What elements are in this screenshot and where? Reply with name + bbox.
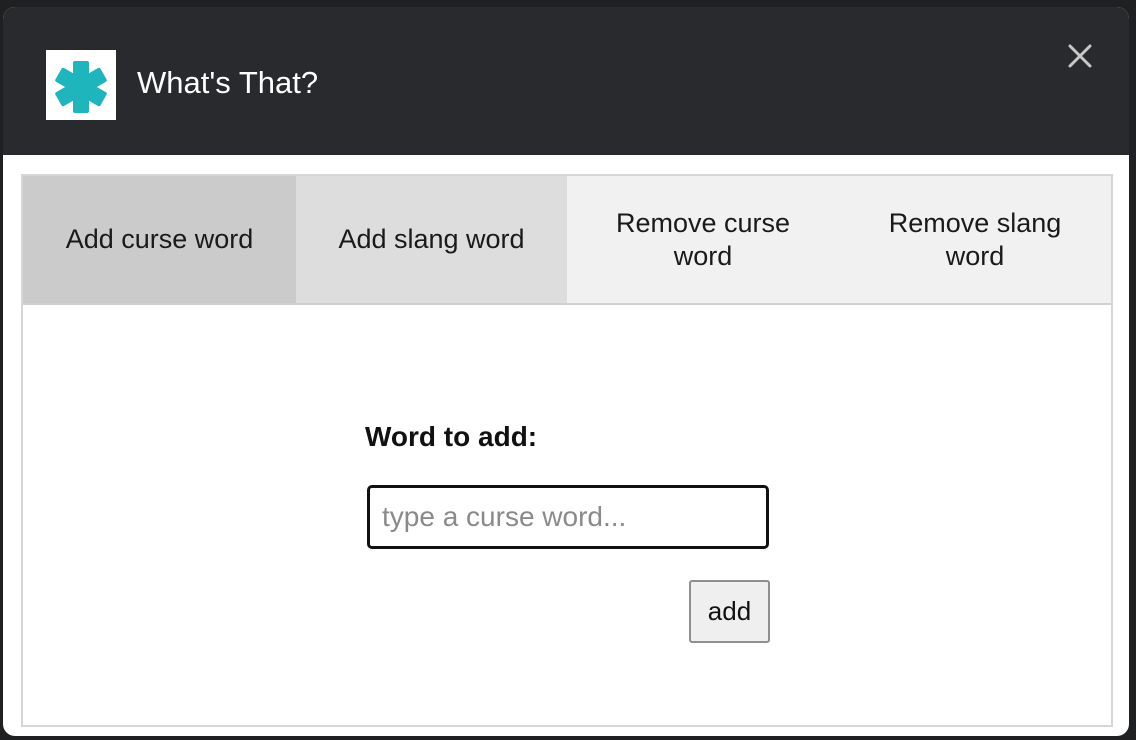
tab-add-slang-word[interactable]: Add slang word <box>296 176 567 303</box>
whats-that-dialog: What's That? Add curse word Add slang wo… <box>3 7 1129 736</box>
word-to-add-label: Word to add: <box>365 421 538 452</box>
close-icon[interactable] <box>1061 37 1099 75</box>
word-manager-panel: Add curse word Add slang word Remove cur… <box>21 174 1113 727</box>
tab-bar: Add curse word Add slang word Remove cur… <box>23 176 1111 305</box>
add-button[interactable]: add <box>689 580 770 643</box>
dialog-header: What's That? <box>3 7 1129 155</box>
dialog-title: What's That? <box>137 65 319 100</box>
tab-remove-slang-word[interactable]: Remove slang word <box>839 176 1111 303</box>
asterisk-logo-icon <box>46 50 116 120</box>
tab-remove-curse-word[interactable]: Remove curse word <box>567 176 839 303</box>
tab-add-curse-word[interactable]: Add curse word <box>23 176 296 303</box>
curse-word-input[interactable] <box>367 485 769 549</box>
